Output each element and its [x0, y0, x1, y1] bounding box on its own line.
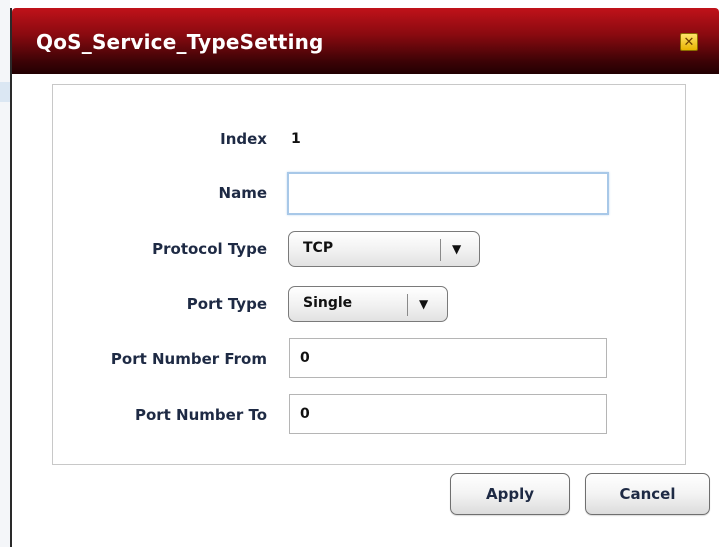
port-type-label: Port Type [186, 295, 267, 313]
port-number-to-input[interactable] [289, 394, 607, 434]
chevron-down-icon: ▼ [452, 242, 462, 256]
close-icon: ✕ [683, 34, 695, 50]
apply-button[interactable]: Apply [450, 473, 570, 515]
protocol-type-label: Protocol Type [152, 240, 267, 258]
index-label: Index [220, 130, 267, 148]
port-type-value: Single [303, 295, 353, 311]
select-separator [407, 294, 408, 316]
background-page-accent [0, 82, 10, 102]
port-number-to-label: Port Number To [134, 406, 267, 424]
qos-service-type-dialog: QoS_Service_TypeSetting ✕ Index 1 Name P… [10, 8, 719, 547]
index-value: 1 [291, 131, 301, 147]
dialog-titlebar[interactable]: QoS_Service_TypeSetting ✕ [12, 8, 719, 74]
port-number-from-input[interactable] [289, 338, 607, 378]
close-button[interactable]: ✕ [680, 33, 698, 51]
select-separator [440, 239, 441, 261]
port-number-from-label: Port Number From [110, 350, 267, 368]
port-type-select[interactable]: Single ▼ [288, 286, 448, 322]
name-label: Name [218, 184, 267, 202]
cancel-button[interactable]: Cancel [585, 473, 710, 515]
name-input[interactable] [287, 172, 609, 215]
protocol-type-value: TCP [303, 240, 334, 256]
chevron-down-icon: ▼ [419, 297, 429, 311]
protocol-type-select[interactable]: TCP ▼ [288, 231, 480, 267]
dialog-title: QoS_Service_TypeSetting [36, 30, 324, 54]
settings-panel: Index 1 Name Protocol Type TCP ▼ Port Ty… [52, 84, 686, 465]
